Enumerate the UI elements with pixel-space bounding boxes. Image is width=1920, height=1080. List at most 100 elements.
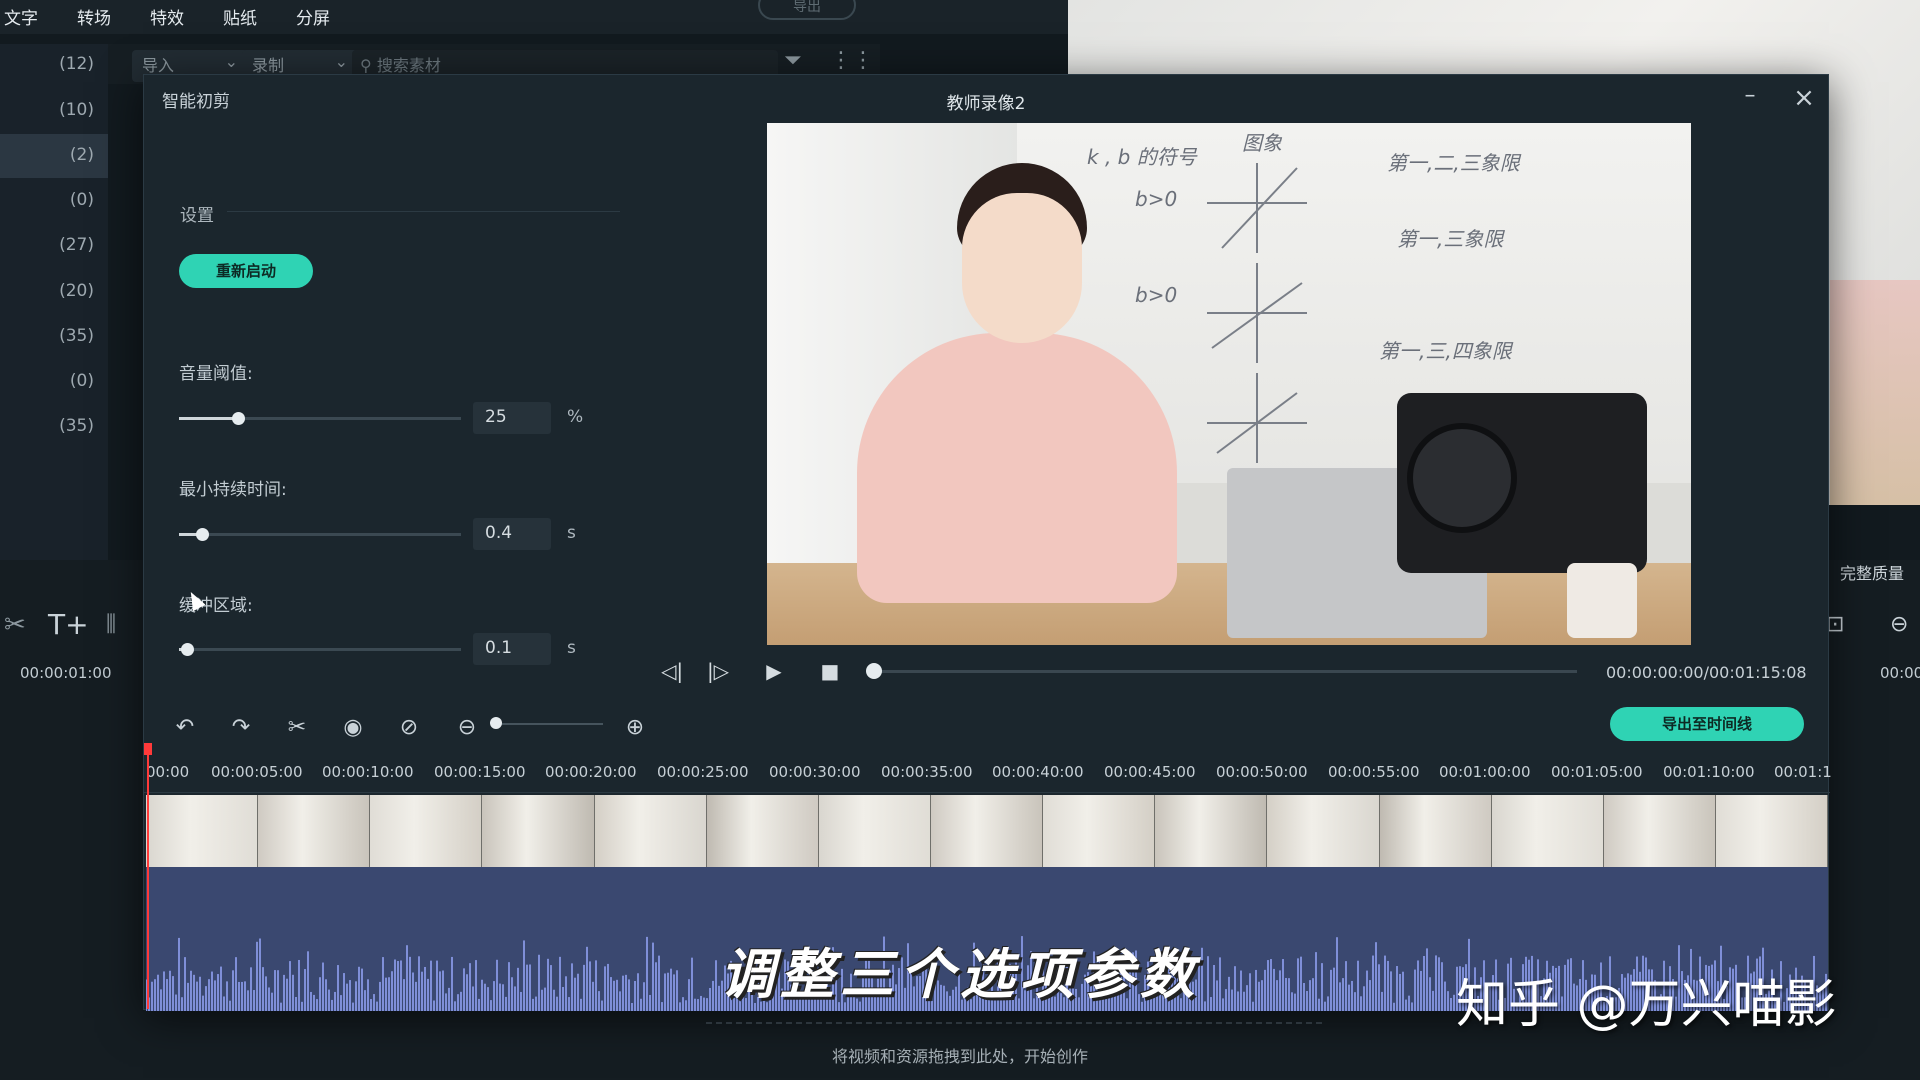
- filter-icon[interactable]: ⏷: [784, 48, 802, 73]
- ruler-tick: 00:00:40:00: [992, 763, 1084, 781]
- clip-thumbnail: [1267, 795, 1380, 867]
- step-forward-button[interactable]: |▷: [700, 653, 736, 689]
- category-count[interactable]: (0): [70, 190, 94, 210]
- clip-thumbnail: [1379, 795, 1492, 867]
- buffer-zone-slider[interactable]: [179, 643, 461, 656]
- min-duration-label: 最小持续时间:: [179, 480, 287, 500]
- slider-thumb[interactable]: [195, 528, 209, 541]
- zoom-slider-thumb[interactable]: [490, 717, 502, 729]
- grid-view-icon[interactable]: ⋮⋮: [830, 48, 874, 73]
- audio-split-icon[interactable]: ⫼: [106, 612, 116, 637]
- category-count[interactable]: (20): [59, 281, 94, 301]
- menu-stickers[interactable]: 贴纸: [223, 4, 257, 29]
- category-count[interactable]: (35): [59, 326, 94, 346]
- buffer-zone-unit: s: [567, 638, 576, 658]
- drop-hint: 将视频和资源拖拽到此处，开始创作: [831, 1047, 1088, 1066]
- menu-transition[interactable]: 转场: [77, 4, 111, 29]
- min-duration-slider[interactable]: [179, 528, 461, 541]
- show-icon[interactable]: ◉: [336, 711, 370, 745]
- board-text: b>0: [1135, 187, 1178, 211]
- buffer-zone-value[interactable]: 0.1: [473, 633, 551, 665]
- close-icon: ×: [1793, 83, 1815, 113]
- hide-icon[interactable]: ⊘: [392, 711, 426, 745]
- slider-thumb[interactable]: [181, 643, 195, 656]
- video-track[interactable]: [146, 795, 1828, 867]
- board-text: k , b 的符号: [1087, 145, 1197, 169]
- timeline-timecode: 00:00:01:00: [20, 664, 112, 682]
- chevron-down-icon: ⌄: [224, 52, 238, 71]
- zoom-out-icon[interactable]: ⊖: [1890, 612, 1908, 637]
- ruler-tick: 00:01:00:00: [1439, 763, 1531, 781]
- clip-thumbnail: [1603, 795, 1716, 867]
- play-button[interactable]: ▶: [756, 653, 792, 689]
- ruler-tick: 00:00:45:00: [1104, 763, 1196, 781]
- clip-thumbnail: [1043, 795, 1156, 867]
- video-filename: 教师录像2: [946, 94, 1026, 114]
- clip-thumbnail: [482, 795, 595, 867]
- clip-thumbnail: [930, 795, 1044, 867]
- teacher-body: [857, 333, 1177, 603]
- subtitle-caption: 调整三个选项参数: [720, 943, 1200, 1006]
- timeline-zoom-slider[interactable]: [496, 723, 603, 725]
- drop-zone-border: [706, 1022, 1322, 1024]
- ruler-tick: 00:00:35:00: [881, 763, 973, 781]
- export-to-timeline-button[interactable]: 导出至时间线: [1610, 707, 1804, 741]
- board-text: b>0: [1135, 283, 1178, 307]
- ruler-tick: 00:00:25:00: [657, 763, 749, 781]
- trim-toolbar: ↶ ↷ ✂ ◉ ⊘ ⊖ ⊕: [144, 699, 1830, 755]
- ruler-tick: 00:00:30:00: [769, 763, 861, 781]
- ruler-tick: 00:00:15:00: [434, 763, 526, 781]
- restart-button[interactable]: 重新启动: [179, 254, 313, 288]
- smart-trim-dialog: 智能初剪 教师录像2 – × 设置 重新启动 音量阈值: 25 % 最小持续时间…: [143, 74, 1832, 1011]
- category-count[interactable]: (12): [59, 54, 94, 74]
- redo-icon[interactable]: ↷: [224, 711, 258, 745]
- timeline-ruler[interactable]: 00:00 00:00:05:00 00:00:10:00 00:00:15:0…: [144, 755, 1832, 793]
- record-label: 录制: [252, 56, 285, 75]
- volume-threshold-unit: %: [567, 407, 584, 427]
- playhead[interactable]: [147, 747, 149, 1009]
- add-text-icon[interactable]: T+: [48, 608, 89, 641]
- ruler-tick: 00:01:10:00: [1663, 763, 1755, 781]
- slider-fill: [179, 417, 239, 420]
- prev-frame-button[interactable]: ◁|: [654, 653, 690, 689]
- export-button[interactable]: 导出: [758, 0, 856, 20]
- search-placeholder: 搜索素材: [376, 56, 441, 75]
- scissors-icon[interactable]: ✂: [4, 610, 26, 640]
- dialog-header: 智能初剪 教师录像2 – ×: [144, 75, 1828, 123]
- undo-icon[interactable]: ↶: [168, 711, 202, 745]
- menu-text[interactable]: 文字: [4, 4, 38, 29]
- volume-threshold-slider[interactable]: [179, 412, 461, 425]
- category-count[interactable]: (0): [70, 371, 94, 391]
- category-count[interactable]: (35): [59, 416, 94, 436]
- minimize-button[interactable]: –: [1732, 81, 1768, 117]
- ruler-tick: 00:00:55:00: [1328, 763, 1420, 781]
- prev-frame-icon: ◁|: [660, 659, 684, 683]
- zoom-out-icon[interactable]: ⊖: [450, 711, 484, 745]
- close-button[interactable]: ×: [1786, 81, 1822, 117]
- zoom-in-icon[interactable]: ⊕: [618, 711, 652, 745]
- category-count[interactable]: (27): [59, 235, 94, 255]
- quality-label[interactable]: 完整质量: [1840, 560, 1904, 584]
- play-icon: ▶: [766, 659, 782, 683]
- ruler-tick: 00:00:50:00: [1216, 763, 1308, 781]
- stop-button[interactable]: ■: [812, 653, 848, 689]
- clip-thumbnail: [258, 795, 371, 867]
- min-duration-unit: s: [567, 523, 576, 543]
- ruler-tick: 00:00: [146, 763, 190, 781]
- video-preview: k , b 的符号 图象 第一,二,三象限 b>0 第一,三象限 b>0 第一,…: [767, 123, 1691, 645]
- min-duration-value[interactable]: 0.4: [473, 518, 551, 550]
- menu-split-screen[interactable]: 分屏: [296, 4, 330, 29]
- category-count[interactable]: (2): [70, 145, 94, 165]
- board-text: 图象: [1242, 131, 1282, 155]
- playback-scrubber[interactable]: [866, 663, 882, 679]
- slider-thumb[interactable]: [232, 412, 246, 425]
- clip-thumbnail: [370, 795, 483, 867]
- category-count[interactable]: (10): [59, 100, 94, 120]
- timeline-timecode-right: 00:00: [1880, 664, 1920, 682]
- cut-icon[interactable]: ✂: [280, 711, 314, 745]
- clip-thumbnail: [818, 795, 931, 867]
- menu-effects[interactable]: 特效: [150, 4, 184, 29]
- playback-progress-track[interactable]: [874, 670, 1577, 673]
- ruler-tick: 00:00:10:00: [322, 763, 414, 781]
- volume-threshold-value[interactable]: 25: [473, 402, 551, 434]
